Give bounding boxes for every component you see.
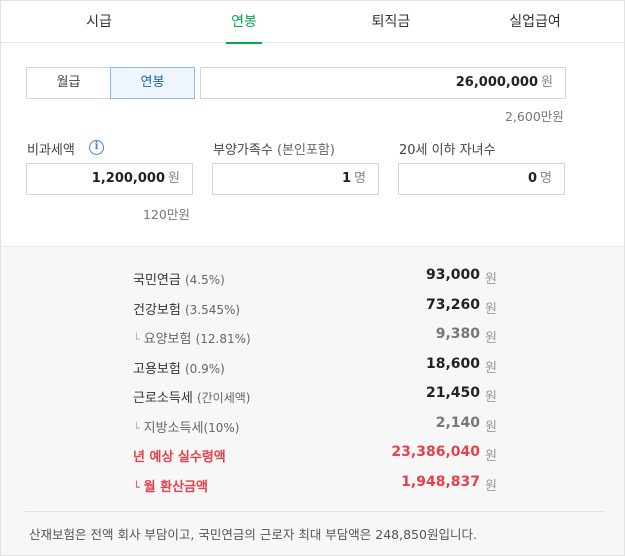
results-panel <box>1 246 624 555</box>
info-icon[interactable]: i <box>89 140 104 155</box>
nontax-label: 비과세액 <box>27 143 75 158</box>
health-insurance-label: 건강보험 (3.545%) <box>133 303 241 318</box>
dependents-input[interactable]: 1 명 <box>212 163 379 195</box>
health-insurance-value: 73,260 <box>425 297 480 313</box>
annual-net-value: 23,386,040 <box>391 444 480 460</box>
monthly-net-unit: 원 <box>485 479 497 494</box>
salary-unit: 원 <box>541 75 553 90</box>
care-insurance-label: └ 요양보험 (12.81%) <box>133 332 251 347</box>
nontax-unit: 원 <box>168 171 180 186</box>
sub-item-corner-icon: └ <box>133 422 140 435</box>
local-tax-value: 2,140 <box>435 415 480 431</box>
calculator-tabs: 시급 연봉 퇴직금 실업급여 <box>1 1 624 43</box>
income-tax-label: 근로소득세 (간이세액) <box>133 391 251 406</box>
employment-insurance-value: 18,600 <box>425 356 480 372</box>
dependents-label-text: 부양가족수 <box>213 143 273 158</box>
local-tax-unit: 원 <box>485 420 497 435</box>
tab-unemployment[interactable]: 실업급여 <box>493 1 577 43</box>
salary-value: 26,000,000 <box>455 75 538 90</box>
insurance-note: 산재보험은 전액 회사 부담이고, 국민연금의 근로자 최대 부담액은 248,… <box>29 527 477 542</box>
care-insurance-unit: 원 <box>485 331 497 346</box>
care-insurance-value: 9,380 <box>435 326 480 342</box>
pension-label: 국민연금 (4.5%) <box>133 273 225 288</box>
children-unit: 명 <box>540 171 552 186</box>
pension-unit: 원 <box>485 272 497 287</box>
employment-insurance-label: 고용보험 (0.9%) <box>133 362 225 377</box>
sub-item-corner-icon: └ <box>133 481 140 494</box>
tab-hourly[interactable]: 시급 <box>61 1 137 43</box>
sub-item-corner-icon: └ <box>133 333 140 346</box>
tab-annual[interactable]: 연봉 <box>206 1 282 43</box>
income-tax-value: 21,450 <box>425 385 480 401</box>
tab-severance[interactable]: 퇴직금 <box>353 1 429 43</box>
income-tax-unit: 원 <box>485 390 497 405</box>
monthly-net-label: └ 월 환산금액 <box>133 480 208 495</box>
dependents-label: 부양가족수 (본인포함) <box>213 139 335 158</box>
monthly-net-value: 1,948,837 <box>401 474 480 490</box>
employment-insurance-unit: 원 <box>485 361 497 376</box>
nontax-hint: 120만원 <box>143 207 190 222</box>
dependents-label-note: (본인포함) <box>276 143 335 158</box>
dependents-unit: 명 <box>354 171 366 186</box>
children-value: 0 <box>527 171 537 186</box>
local-tax-label: └ 지방소득세(10%) <box>133 421 240 436</box>
health-insurance-unit: 원 <box>485 302 497 317</box>
nontax-input[interactable]: 1,200,000 원 <box>26 163 193 195</box>
salary-input[interactable]: 26,000,000 원 <box>200 67 566 99</box>
children-label: 20세 이하 자녀수 <box>399 143 496 158</box>
monthly-toggle-button[interactable]: 월급 <box>26 67 111 99</box>
nontax-value: 1,200,000 <box>91 171 165 186</box>
salary-hint: 2,600만원 <box>505 109 564 124</box>
annual-net-unit: 원 <box>485 449 497 464</box>
results-divider <box>25 511 605 512</box>
annual-toggle-button[interactable]: 연봉 <box>110 67 195 99</box>
children-input[interactable]: 0 명 <box>398 163 565 195</box>
annual-net-label: 년 예상 실수령액 <box>133 450 226 465</box>
pension-value: 93,000 <box>425 267 480 283</box>
dependents-value: 1 <box>341 171 351 186</box>
